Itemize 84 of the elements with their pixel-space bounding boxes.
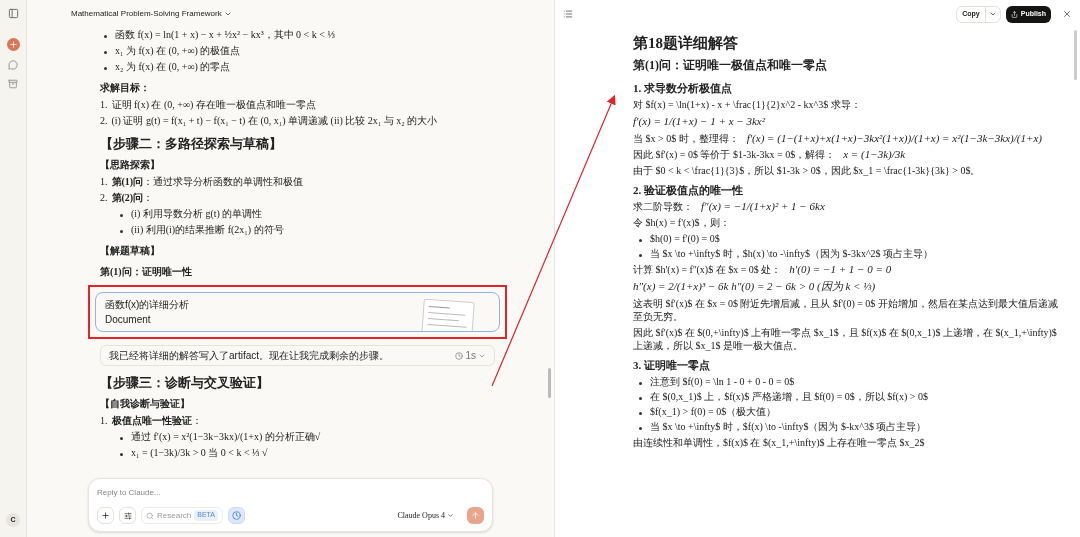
bullet-text: 通过 f′(x) = x²(1−3k−3kx)/(1+x) 的分析正确√ — [131, 430, 321, 443]
note-text: 我已经将详细的解答写入了artifact。现在让我完成剩余的步骤。 — [109, 349, 389, 362]
list-number: 1. — [100, 414, 108, 427]
document-subheading: 3. 证明唯一零点 — [633, 358, 711, 372]
document-heading: 第(1)问：证明唯一极值点和唯一零点 — [633, 58, 828, 73]
section-label: 【思路探索】 — [100, 158, 161, 171]
list-number: 1. — [100, 175, 108, 188]
close-icon[interactable] — [1062, 9, 1072, 19]
projects-icon[interactable] — [8, 79, 18, 89]
list-text: 证明 f(x) 在 (0, +∞) 存在唯一极值点和唯一零点 — [111, 98, 316, 111]
add-button[interactable] — [97, 507, 114, 524]
bullet-text: 当 $x \to +\infty$ 时，$f(x) \to -\infty$（因为 $-kx^3$ 项占主导） — [650, 420, 927, 433]
list-number: 1. — [100, 98, 108, 111]
math-formula: h′(0) = −1 + 1 − 0 = 0 — [789, 263, 892, 276]
artifact-title: 函数f(x)的详细分析 — [105, 298, 190, 311]
paragraph: 计算 $h'(x) = f''(x)$ 在 $x = 0$ 处： — [633, 263, 782, 276]
math-formula: f′(x) = (1−(1+x)+x(1+x)−3kx²(1+x))/(1+x) = x²(1−3k−3kx)/(1+x) — [746, 132, 1042, 145]
document-subheading: 2. 验证极值点的唯一性 — [633, 183, 744, 197]
paragraph: 因此 $f'(x) = 0$ 等价于 $1-3k-3kx = 0$，解得： — [633, 148, 836, 161]
sidebar-toggle-icon[interactable] — [7, 8, 19, 19]
document-thumbnail — [421, 299, 477, 331]
section-label: 第(1)问：证明唯一性 — [100, 265, 193, 278]
thinking-note[interactable]: 我已经将详细的解答写入了artifact。现在让我完成剩余的步骤。 1s — [100, 345, 495, 366]
list-text: 极值点唯一性验证： — [111, 414, 202, 427]
outline-icon[interactable] — [563, 9, 573, 19]
reply-input[interactable]: Reply to Claude... — [97, 487, 484, 499]
bullet-text: x₂ 为 f(x) 在 (0, +∞) 的零点 — [115, 60, 231, 73]
paragraph: 求二阶导数： — [633, 200, 693, 213]
clock-icon — [232, 511, 241, 520]
paragraph: 由于 $0 < k < \frac{1}{3}$，所以 $1-3k > 0$，因此 $x_1 = \frac{1-3k}{3k} > 0$。 — [633, 164, 981, 177]
section-label: 【解题草稿】 — [100, 244, 161, 257]
list-text: 第(1)问：通过求导分析函数的单调性和极值 — [111, 175, 304, 188]
bullet-text: x₁ 为 f(x) 在 (0, +∞) 的极值点 — [115, 44, 241, 57]
arrow-up-icon — [471, 511, 480, 520]
paragraph: 对 $f(x) = \ln(1+x) - x + \frac{1}{2}x^2 - kx^3$ 求导： — [633, 98, 861, 111]
chevron-icon — [988, 10, 997, 18]
bullet-text: x₁ = (1−3k)/3k > 0 当 0 < k < ⅓ √ — [131, 446, 268, 459]
section-label: 求解目标： — [100, 81, 151, 94]
list-text: (i) 证明 g(t) = f(x₁ + t) − f(x₁ − t) 在 (0, x₁) 单调递减 (ii) 比较 2x₁ 与 x₂ 的大小 — [111, 114, 438, 127]
model-selector[interactable]: Claude Opus 4 — [397, 509, 454, 522]
chevron-icon — [223, 10, 232, 18]
document-title: 第18题详细解答 — [633, 34, 739, 52]
bullet-text: 函数 f(x) = ln(1 + x) − x + ½x² − kx³，其中 0 < k < ⅓ — [115, 28, 335, 41]
document-subheading: 1. 求导数分析极值点 — [633, 81, 733, 95]
list-number: 2. — [100, 114, 108, 127]
bullet-text: $h(0) = f'(0) = 0$ — [650, 232, 720, 245]
duration-text: 1s — [465, 349, 476, 362]
section-heading: 【步骤三：诊断与交叉验证】 — [100, 376, 270, 389]
scrollbar-thumb[interactable] — [548, 368, 551, 398]
paragraph: 令 $h(x) = f'(x)$，则： — [633, 216, 730, 229]
chevron-icon — [447, 512, 454, 519]
bullet-text: (ii) 利用(i)的结果推断 f(2x₁) 的符号 — [131, 223, 284, 236]
bullet-text: 当 $x \to +\infty$ 时，$h(x) \to -\infty$（因为 $-3kx^2$ 项占主导） — [650, 247, 934, 260]
section-label: 【自我诊断与验证】 — [100, 397, 191, 410]
bullet-text: 注意到 $f(0) = \ln 1 - 0 + 0 - 0 = 0$ — [650, 375, 795, 388]
paragraph: 这表明 $f'(x)$ 在 $x = 0$ 附近先增后减，且从 $f'(0) = 0$ 开始增加，然后在某点达到最大值后递减至负无穷。 — [633, 297, 1058, 323]
chats-icon[interactable] — [8, 60, 18, 70]
scrollbar-thumb[interactable] — [1074, 30, 1077, 80]
sliders-icon — [123, 511, 132, 520]
list-number: 2. — [100, 191, 108, 204]
search-icon — [146, 511, 154, 520]
artifact-type: Document — [105, 313, 152, 326]
math-formula: h″(x) = 2/(1+x)³ − 6k h″(0) = 2 − 6k > 0 (因为 k < ⅓) — [633, 280, 876, 292]
bullet-text: $f(x_1) > f(0) = 0$（极大值） — [650, 405, 777, 418]
history-button[interactable] — [228, 507, 245, 524]
bullet-text: (i) 利用导数分析 g(t) 的单调性 — [131, 207, 263, 220]
math-formula: x = (1−3k)/3k — [843, 148, 906, 161]
section-heading: 【步骤二：多路径探索与草稿】 — [100, 137, 283, 150]
new-chat-button[interactable] — [6, 38, 20, 51]
bullet-text: 在 $(0,x_1)$ 上，$f(x)$ 严格递增，且 $f(0) = 0$，所以 $f(x) > 0$ — [650, 390, 928, 403]
math-formula: f′(x) = 1/(1+x) − 1 + x − 3kx² — [633, 115, 765, 127]
conversation-title[interactable]: Mathematical Problem-Solving Framework — [71, 8, 232, 20]
paragraph: 因此 $f'(x)$ 在 $(0,+\infty)$ 上有唯一零点 $x_1$，且 $f(x)$ 在 $(0,x_1)$ 上递增，在 $(x_1,+\infty)$ 上递减，所以 $x_1$ 是唯一极大值点。 — [633, 326, 1058, 352]
math-formula: f″(x) = −1/(1+x)² + 1 − 6kx — [701, 200, 825, 213]
send-button[interactable] — [467, 507, 484, 524]
clock-icon — [455, 351, 464, 360]
plus-icon — [8, 40, 18, 49]
tools-button[interactable] — [119, 507, 136, 524]
artifact-card[interactable]: 函数f(x)的详细分析 Document — [95, 292, 500, 332]
paragraph: 由连续性和单调性，$f(x)$ 在 $(x_1,+\infty)$ 上存在唯一零点 $x_2$ — [633, 436, 925, 449]
share-icon — [1010, 10, 1018, 18]
plus-icon — [101, 511, 110, 520]
list-text: 第(2)问： — [111, 191, 154, 204]
paragraph: 当 $x > 0$ 时，整理得： — [633, 132, 739, 145]
